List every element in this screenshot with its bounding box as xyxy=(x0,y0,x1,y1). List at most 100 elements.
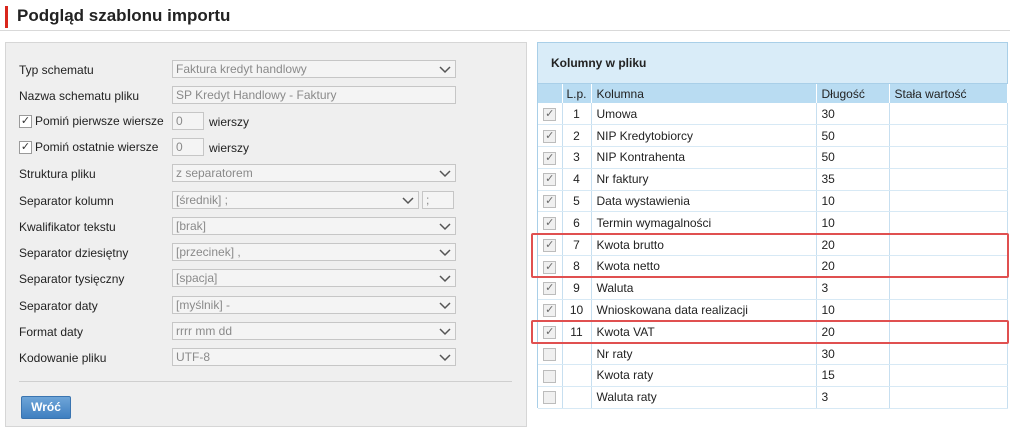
row-constant-value xyxy=(889,320,1008,344)
file-schema-name-row: Nazwa schematu pliku SP Kredyt Handlowy … xyxy=(6,86,526,106)
row-column-name: Umowa xyxy=(591,103,817,126)
table-row: ✓ 9 Waluta 3 xyxy=(538,277,1008,300)
thousands-separator-select[interactable]: [spacja] xyxy=(172,269,456,287)
row-constant-value xyxy=(889,386,1008,409)
row-constant-value xyxy=(889,299,1008,322)
file-encoding-select[interactable]: UTF-8 xyxy=(172,348,456,366)
file-structure-select[interactable]: z separatorem xyxy=(172,164,456,182)
decimal-separator-value: [przecinek] , xyxy=(176,245,241,259)
table-row: ✓ 7 Kwota brutto 20 xyxy=(538,233,1008,257)
file-schema-name-label: Nazwa schematu pliku xyxy=(19,89,140,103)
chevron-down-icon xyxy=(402,197,414,205)
table-row: ✓ 6 Termin wymagalności 10 xyxy=(538,211,1008,235)
row-checkbox-cell: ✓ xyxy=(538,168,563,191)
chevron-down-icon xyxy=(439,249,451,257)
date-separator-select[interactable]: [myślnik] - xyxy=(172,296,456,314)
skip-last-value: 0 xyxy=(176,140,183,154)
row-length: 3 xyxy=(816,386,890,409)
row-lp: 3 xyxy=(562,146,592,169)
date-format-select[interactable]: rrrr mm dd xyxy=(172,322,456,340)
decimal-separator-label: Separator dziesiętny xyxy=(19,246,129,260)
row-checkbox[interactable]: ✓ xyxy=(543,260,557,274)
row-constant-value xyxy=(889,277,1008,300)
file-encoding-row: Kodowanie pliku UTF-8 xyxy=(6,348,526,368)
file-columns-table: L.p. Kolumna Długość Stała wartość ✓ 1 Umo… xyxy=(538,84,1008,409)
table-row: ✓ 8 Kwota netto 20 xyxy=(538,255,1008,278)
skip-first-input[interactable]: 0 xyxy=(172,112,204,130)
table-row: ✓ 1 Umowa 30 xyxy=(538,103,1008,126)
skip-last-row: ✓ Pomiń ostatnie wiersze 0 wierszy xyxy=(6,138,526,158)
date-separator-value: [myślnik] - xyxy=(176,298,230,312)
row-constant-value xyxy=(889,211,1008,235)
skip-first-label: Pomiń pierwsze wiersze xyxy=(35,114,164,128)
skip-first-unit: wierszy xyxy=(209,115,250,129)
row-lp: 2 xyxy=(562,124,592,148)
row-checkbox[interactable]: ✓ xyxy=(543,151,557,165)
row-checkbox[interactable]: ✓ xyxy=(543,282,557,296)
chevron-down-icon xyxy=(439,223,451,231)
row-lp: 6 xyxy=(562,211,592,235)
schema-type-select[interactable]: Faktura kredyt handlowy xyxy=(172,60,456,78)
skip-first-checkbox-label[interactable]: ✓ Pomiń pierwsze wiersze xyxy=(19,114,164,128)
file-columns-header: Kolumny w pliku xyxy=(538,43,1007,84)
row-length: 35 xyxy=(816,168,890,191)
custom-separator-field[interactable]: ; xyxy=(422,191,454,209)
row-checkbox[interactable] xyxy=(543,369,557,383)
row-column-name: Kwota brutto xyxy=(591,233,817,257)
row-checkbox[interactable]: ✓ xyxy=(543,304,557,318)
row-lp: 7 xyxy=(562,233,592,257)
chevron-down-icon xyxy=(439,66,451,74)
row-constant-value xyxy=(889,190,1008,213)
row-checkbox[interactable]: ✓ xyxy=(543,217,557,231)
row-checkbox[interactable] xyxy=(543,347,557,361)
chevron-down-icon xyxy=(439,354,451,362)
thousands-separator-value: [spacja] xyxy=(176,271,218,285)
row-length: 50 xyxy=(816,146,890,169)
row-checkbox[interactable] xyxy=(543,391,557,405)
row-constant-value xyxy=(889,233,1008,257)
skip-last-input[interactable]: 0 xyxy=(172,138,204,156)
date-format-row: Format daty rrrr mm dd xyxy=(6,322,526,342)
skip-first-checkbox[interactable]: ✓ xyxy=(19,114,32,128)
table-row: ✓ 4 Nr faktury 35 xyxy=(538,168,1008,191)
row-constant-value xyxy=(889,364,1008,387)
row-checkbox[interactable]: ✓ xyxy=(543,173,557,187)
row-checkbox[interactable]: ✓ xyxy=(543,195,557,209)
row-constant-value xyxy=(889,255,1008,278)
date-separator-label: Separator daty xyxy=(19,299,98,313)
schema-type-value: Faktura kredyt handlowy xyxy=(176,62,307,76)
decimal-separator-select[interactable]: [przecinek] , xyxy=(172,243,456,261)
row-column-name: Waluta xyxy=(591,277,817,300)
row-checkbox[interactable]: ✓ xyxy=(543,238,557,252)
file-columns-panel: Kolumny w pliku L.p. Kolumna Długość Sta… xyxy=(537,42,1008,409)
date-separator-row: Separator daty [myślnik] - xyxy=(6,296,526,316)
row-lp xyxy=(562,342,592,366)
skip-last-checkbox-label[interactable]: ✓ Pomiń ostatnie wiersze xyxy=(19,140,158,154)
header-constant-value: Stała wartość xyxy=(889,84,1008,103)
text-qualifier-label: Kwalifikator tekstu xyxy=(19,220,116,234)
row-length: 20 xyxy=(816,233,890,257)
text-qualifier-select[interactable]: [brak] xyxy=(172,217,456,235)
table-header-row: L.p. Kolumna Długość Stała wartość xyxy=(538,84,1008,103)
row-constant-value xyxy=(889,146,1008,169)
back-button[interactable]: Wróć xyxy=(21,396,71,419)
row-checkbox-cell xyxy=(538,386,563,409)
row-checkbox-cell: ✓ xyxy=(538,103,563,126)
row-checkbox[interactable]: ✓ xyxy=(543,129,557,143)
row-checkbox-cell: ✓ xyxy=(538,299,563,322)
row-checkbox[interactable]: ✓ xyxy=(543,326,557,340)
row-checkbox-cell xyxy=(538,342,563,366)
row-column-name: Wnioskowana data realizacji xyxy=(591,299,817,322)
row-checkbox-cell: ✓ xyxy=(538,124,563,148)
table-row: ✓ 3 NIP Kontrahenta 50 xyxy=(538,146,1008,169)
row-column-name: Data wystawienia xyxy=(591,190,817,213)
row-lp: 9 xyxy=(562,277,592,300)
file-schema-name-field[interactable]: SP Kredyt Handlowy - Faktury xyxy=(172,86,456,104)
column-separator-value: [średnik] ; xyxy=(176,193,229,207)
row-column-name: Kwota raty xyxy=(591,364,817,387)
row-column-name: Nr faktury xyxy=(591,168,817,191)
column-separator-select[interactable]: [średnik] ; xyxy=(172,191,419,209)
row-checkbox[interactable]: ✓ xyxy=(543,107,557,121)
header-checkbox-col xyxy=(538,84,563,103)
skip-last-checkbox[interactable]: ✓ xyxy=(19,140,32,154)
